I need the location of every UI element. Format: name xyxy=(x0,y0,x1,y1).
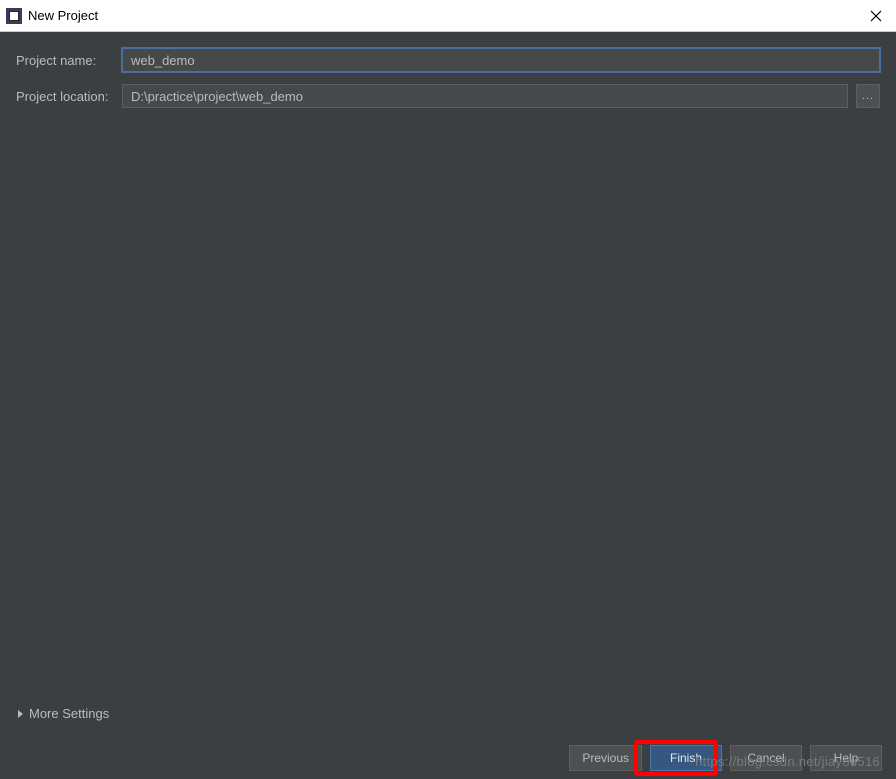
project-location-row: Project location: ... xyxy=(16,84,880,108)
button-bar: Previous Finish Cancel Help xyxy=(569,745,882,771)
more-settings-label: More Settings xyxy=(29,706,109,721)
project-name-label: Project name: xyxy=(16,53,114,68)
project-name-input[interactable] xyxy=(122,48,880,72)
app-icon xyxy=(6,8,22,24)
cancel-button[interactable]: Cancel xyxy=(730,745,802,771)
close-button[interactable] xyxy=(864,4,888,28)
help-button[interactable]: Help xyxy=(810,745,882,771)
project-location-input[interactable] xyxy=(122,84,848,108)
finish-button[interactable]: Finish xyxy=(650,745,722,771)
ellipsis-icon: ... xyxy=(862,90,874,102)
more-settings-toggle[interactable]: More Settings xyxy=(18,706,109,721)
chevron-right-icon xyxy=(18,710,23,718)
close-icon xyxy=(870,10,882,22)
window-title: New Project xyxy=(28,8,98,23)
previous-button[interactable]: Previous xyxy=(569,745,642,771)
dialog-content: Project name: Project location: ... xyxy=(0,32,896,108)
project-name-row: Project name: xyxy=(16,48,880,72)
browse-button[interactable]: ... xyxy=(856,84,880,108)
titlebar: New Project xyxy=(0,0,896,32)
project-location-label: Project location: xyxy=(16,89,114,104)
titlebar-left: New Project xyxy=(6,8,98,24)
